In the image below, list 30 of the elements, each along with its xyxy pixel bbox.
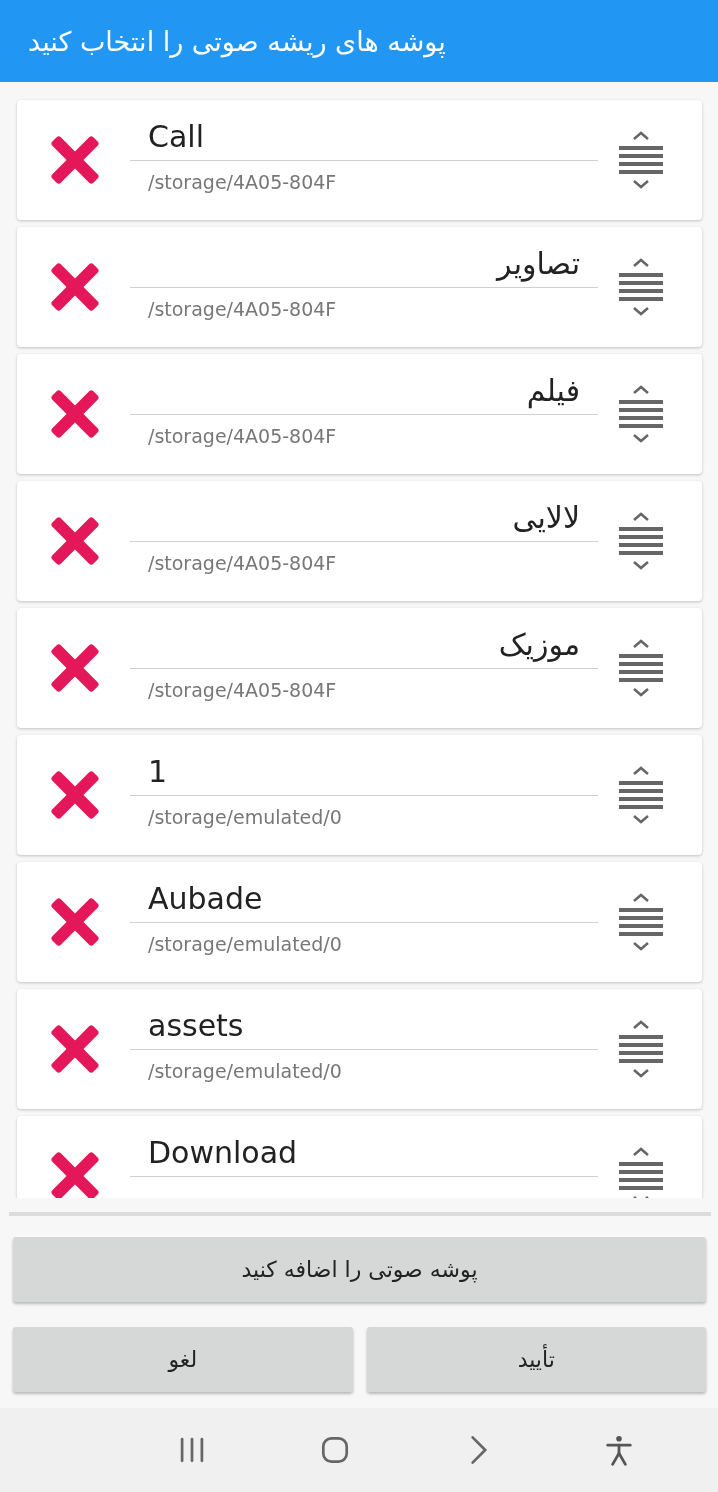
- drag-handle-icon[interactable]: [618, 638, 664, 698]
- dialog-title: پوشه های ریشه صوتی را انتخاب کنید: [28, 25, 446, 57]
- folder-name-field[interactable]: assets: [130, 1001, 598, 1050]
- folder-name-field[interactable]: 1: [130, 747, 598, 796]
- drag-handle-icon[interactable]: [618, 765, 664, 825]
- folder-path: /storage/4A05-804F: [147, 678, 338, 701]
- folder-name-field[interactable]: Aubade: [130, 874, 598, 923]
- folder-name-field[interactable]: Call: [130, 112, 598, 161]
- folder-path: /storage/4A05-804F: [147, 551, 338, 574]
- folder-path: /storage/emulated/0: [147, 805, 343, 828]
- folder-path: /storage/4A05-804F: [147, 297, 338, 320]
- drag-handle-icon[interactable]: [618, 257, 664, 317]
- folder-name-field[interactable]: فیلم: [130, 366, 598, 415]
- folder-path: /storage/emulated/0: [147, 932, 343, 955]
- folder-path: /storage/4A05-804F: [147, 170, 338, 193]
- folder-name-field[interactable]: Download: [130, 1128, 598, 1177]
- drag-handle-icon[interactable]: [618, 130, 664, 190]
- folder-path: /storage/emulated/0: [147, 1059, 343, 1082]
- folder-path: /storage/4A05-804F: [147, 424, 338, 447]
- folder-name-field[interactable]: موزیک: [130, 620, 598, 669]
- add-folder-button[interactable]: پوشه صوتی را اضافه کنید: [13, 1237, 706, 1302]
- cancel-button[interactable]: لغو: [13, 1327, 353, 1392]
- folder-name-field[interactable]: تصاویر: [130, 239, 598, 288]
- drag-handle-icon[interactable]: [618, 1019, 664, 1079]
- confirm-button[interactable]: تأیید: [366, 1327, 706, 1392]
- drag-handle-icon[interactable]: [618, 1146, 664, 1198]
- drag-handle-icon[interactable]: [618, 511, 664, 571]
- drag-handle-icon[interactable]: [618, 892, 664, 952]
- drag-handle-icon[interactable]: [618, 384, 664, 444]
- folder-name-field[interactable]: لالایی: [130, 493, 598, 542]
